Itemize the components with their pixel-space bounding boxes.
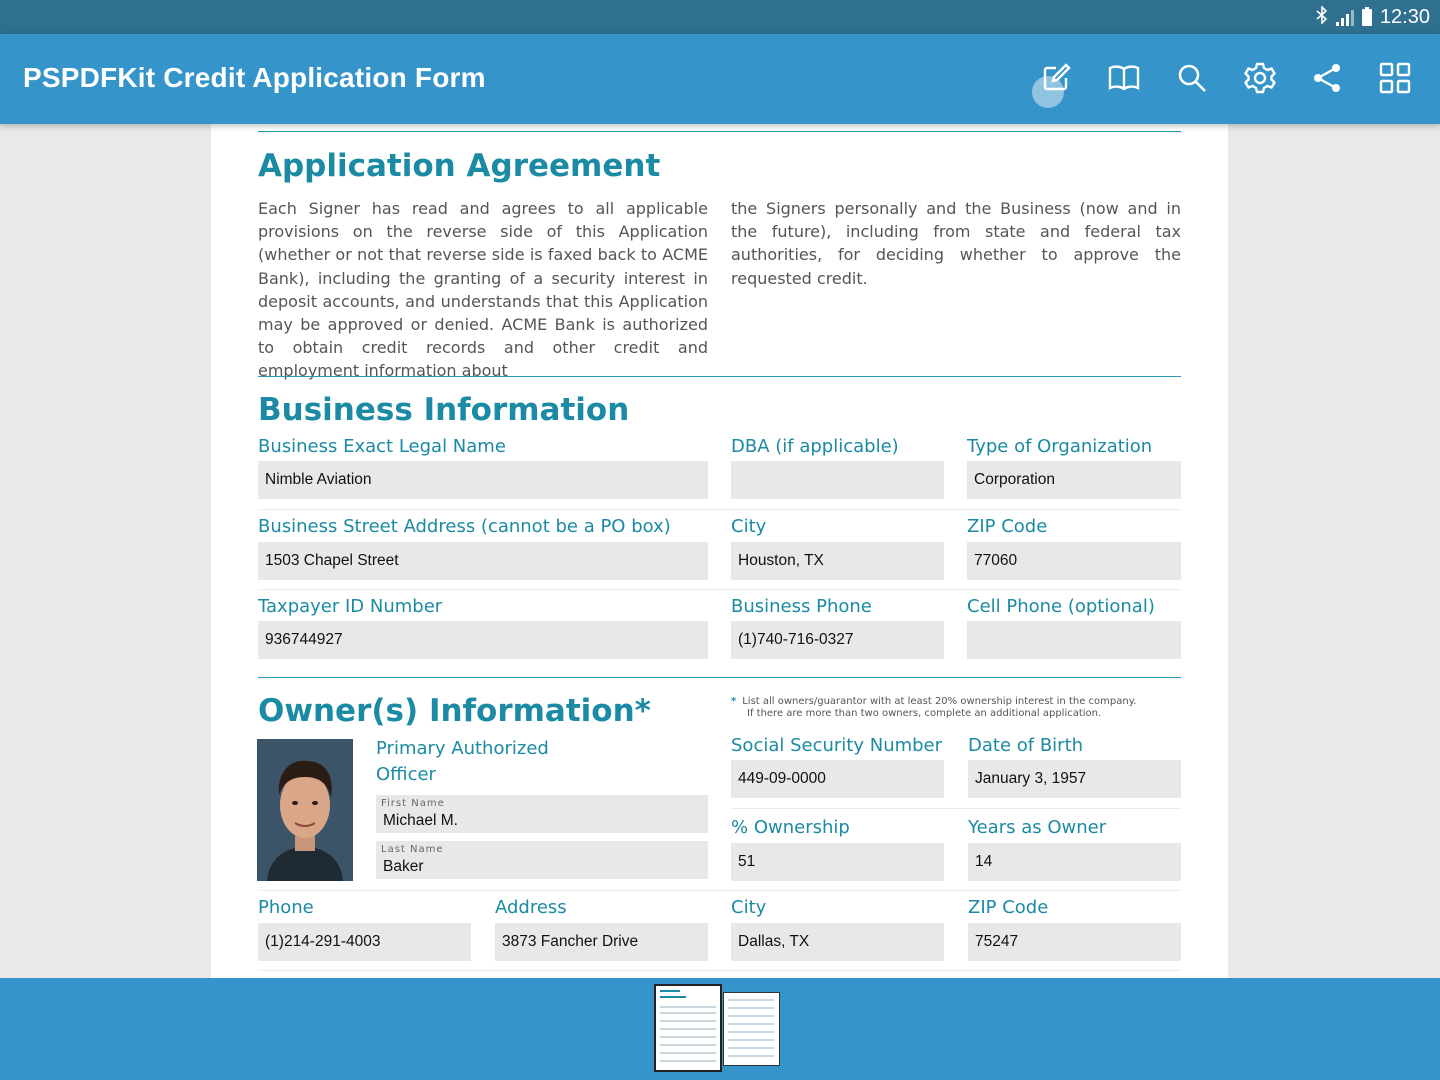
owner-heading: Owner(s) Information* — [258, 693, 651, 729]
signal-icon — [1335, 9, 1354, 26]
row-separator — [731, 808, 1181, 809]
row-separator — [258, 890, 1181, 891]
ownership-field[interactable]: 51 — [731, 843, 944, 881]
city-field[interactable]: Houston, TX — [731, 542, 944, 580]
first-name-label: First Name — [381, 798, 445, 809]
ssn-label: Social Security Number — [731, 735, 943, 756]
city-label: City — [731, 516, 767, 537]
share-icon[interactable] — [1309, 60, 1345, 96]
officer-label-line-2: Officer — [376, 764, 436, 785]
owner-address-field[interactable]: 3873 Fancher Drive — [495, 923, 708, 961]
legal-name-field[interactable]: Nimble Aviation — [258, 461, 708, 499]
status-time: 12:30 — [1379, 6, 1430, 28]
dob-field[interactable]: January 3, 1957 — [968, 760, 1181, 798]
business-heading: Business Information — [258, 392, 630, 428]
settings-icon[interactable] — [1242, 60, 1278, 96]
owner-note: * List all owners/guarantor with at least… — [731, 696, 1136, 720]
owner-zip-field[interactable]: 75247 — [968, 923, 1181, 961]
owner-zip-label: ZIP Code — [968, 897, 1049, 918]
ownership-label: % Ownership — [731, 817, 850, 838]
book-outline-icon[interactable] — [1106, 60, 1142, 96]
legal-name-label: Business Exact Legal Name — [258, 436, 506, 457]
officer-label-line-1: Primary Authorized — [376, 738, 549, 759]
owner-phone-field[interactable]: (1)214-291-4003 — [258, 923, 471, 961]
agreement-text-right: the Signers personally and the Business … — [731, 199, 1181, 288]
owner-photo[interactable] — [257, 739, 353, 881]
owner-city-label: City — [731, 897, 767, 918]
agreement-text-left: Each Signer has read and agrees to all a… — [258, 199, 708, 381]
cell-phone-field[interactable] — [967, 621, 1181, 659]
last-name-value: Baker — [383, 858, 424, 875]
battery-icon — [1361, 7, 1372, 26]
bluetooth-icon — [1316, 5, 1328, 29]
years-owner-field[interactable]: 14 — [968, 843, 1181, 881]
owner-phone-label: Phone — [258, 897, 314, 918]
thumbnail-bar — [0, 978, 1440, 1080]
grid-view-icon[interactable] — [1377, 60, 1413, 96]
dba-label: DBA (if applicable) — [731, 436, 899, 457]
status-bar: 12:30 — [0, 0, 1440, 34]
first-name-value: Michael M. — [383, 812, 458, 829]
section-divider — [258, 376, 1181, 377]
section-divider — [258, 677, 1181, 678]
taxpayer-id-field[interactable]: 936744927 — [258, 621, 708, 659]
dob-label: Date of Birth — [968, 735, 1084, 756]
app-bar: PSPDFKit Credit Application Form — [0, 34, 1440, 124]
first-name-field[interactable]: First Name Michael M. — [376, 795, 708, 833]
agreement-heading: Application Agreement — [258, 148, 661, 184]
pdf-page[interactable]: Application Agreement Each Signer has re… — [211, 124, 1228, 978]
section-divider — [258, 131, 1181, 132]
street-address-label: Business Street Address (cannot be a PO … — [258, 516, 671, 537]
business-phone-field[interactable]: (1)740-716-0327 — [731, 621, 944, 659]
search-icon[interactable] — [1174, 60, 1210, 96]
row-separator — [258, 509, 1181, 510]
page-thumbnail-2[interactable] — [723, 992, 780, 1066]
owner-address-label: Address — [495, 897, 567, 918]
row-separator — [258, 589, 1181, 590]
note-line-1: List all owners/guarantor with at least … — [742, 696, 1137, 707]
note-line-2: If there are more than two owners, compl… — [747, 708, 1102, 719]
org-type-field[interactable]: Corporation — [967, 461, 1181, 499]
org-type-label: Type of Organization — [967, 436, 1153, 457]
row-separator — [258, 970, 1181, 971]
taxpayer-id-label: Taxpayer ID Number — [258, 596, 443, 617]
last-name-label: Last Name — [381, 844, 444, 855]
touch-ripple — [1032, 76, 1064, 108]
note-asterisk: * — [731, 696, 737, 707]
ssn-field[interactable]: 449-09-0000 — [731, 760, 944, 798]
page-thumbnail-1[interactable] — [654, 984, 722, 1072]
street-address-field[interactable]: 1503 Chapel Street — [258, 542, 708, 580]
owner-city-field[interactable]: Dallas, TX — [731, 923, 944, 961]
app-title: PSPDFKit Credit Application Form — [23, 62, 486, 93]
dba-field[interactable] — [731, 461, 944, 499]
zip-label: ZIP Code — [967, 516, 1048, 537]
business-phone-label: Business Phone — [731, 596, 872, 617]
years-owner-label: Years as Owner — [968, 817, 1107, 838]
cell-phone-label: Cell Phone (optional) — [967, 596, 1155, 617]
zip-field[interactable]: 77060 — [967, 542, 1181, 580]
last-name-field[interactable]: Last Name Baker — [376, 841, 708, 879]
